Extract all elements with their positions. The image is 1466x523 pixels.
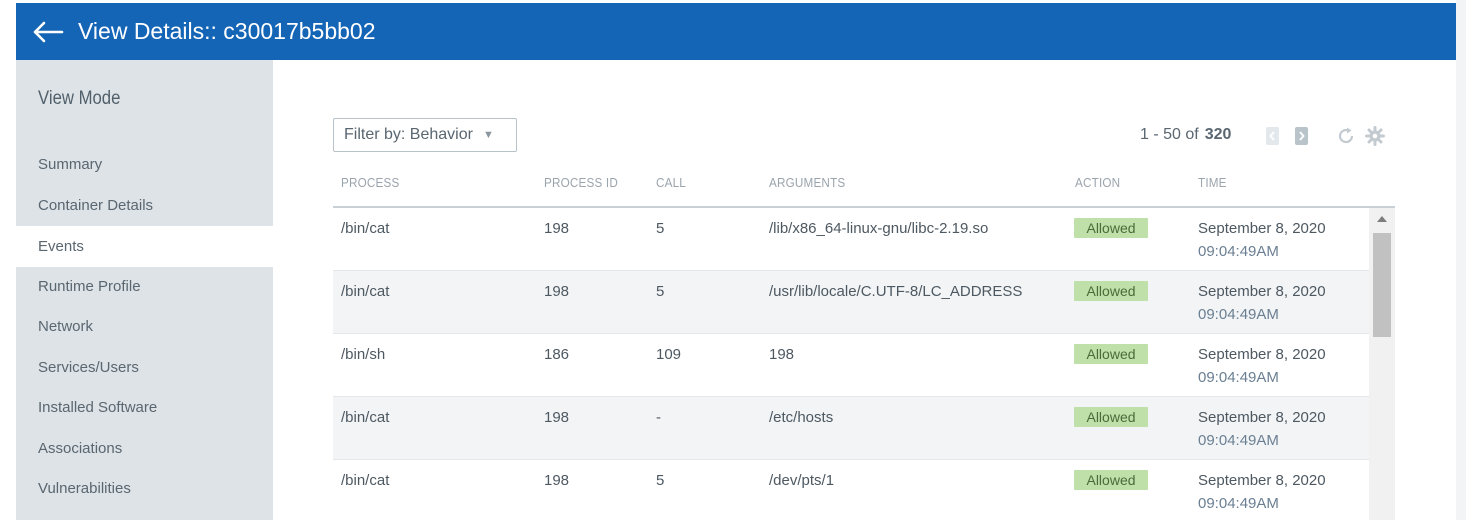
cell-process-id: 186: [544, 346, 570, 363]
status-badge: Allowed: [1074, 407, 1148, 427]
cell-date: September 8, 2020: [1198, 472, 1326, 489]
sidebar-item-network[interactable]: Network: [16, 306, 273, 347]
cell-process: /bin/sh: [341, 346, 386, 363]
filter-dropdown[interactable]: Filter by: Behavior ▼: [333, 118, 517, 152]
next-page-button[interactable]: [1295, 127, 1308, 145]
sidebar-item-runtime-profile[interactable]: Runtime Profile: [16, 266, 273, 307]
cell-time: 09:04:49AM: [1198, 306, 1279, 323]
sidebar: View Mode Summary Container Details Even…: [16, 60, 274, 520]
pagination-range: 1 - 50 of: [1140, 126, 1199, 143]
column-header-time[interactable]: TIME: [1198, 175, 1227, 190]
scroll-up-icon[interactable]: [1377, 216, 1387, 222]
status-badge: Allowed: [1074, 281, 1148, 301]
cell-date: September 8, 2020: [1198, 283, 1326, 300]
cell-time: 09:04:49AM: [1198, 432, 1279, 449]
column-header-call[interactable]: CALL: [656, 175, 686, 190]
chevron-left-icon: [1269, 131, 1275, 141]
cell-call: 5: [656, 283, 665, 300]
filter-label: Filter by: Behavior: [344, 126, 473, 143]
pagination-summary: 1 - 50 of 320: [1140, 126, 1231, 144]
cell-arguments: /etc/hosts: [769, 409, 834, 426]
refresh-button[interactable]: [1336, 126, 1356, 146]
cell-process: /bin/cat: [341, 409, 390, 426]
sidebar-item-container-details[interactable]: Container Details: [16, 185, 273, 226]
sidebar-item-vulnerabilities[interactable]: Vulnerabilities: [16, 468, 273, 509]
scrollbar-thumb[interactable]: [1373, 233, 1391, 337]
prev-page-button[interactable]: [1266, 127, 1279, 145]
cell-time: 09:04:49AM: [1198, 243, 1279, 260]
pagination-total: 320: [1204, 126, 1232, 143]
cell-process-id: 198: [544, 220, 570, 237]
sidebar-item-associations[interactable]: Associations: [16, 428, 273, 469]
cell-process-id: 198: [544, 472, 570, 489]
cell-time: 09:04:49AM: [1198, 495, 1279, 512]
page-edge: [1456, 0, 1466, 520]
caret-down-icon: ▼: [482, 129, 494, 141]
column-header-process[interactable]: PROCESS: [341, 175, 399, 190]
cell-arguments: /dev/pts/1: [769, 472, 835, 489]
cell-time: 09:04:49AM: [1198, 369, 1279, 386]
status-badge: Allowed: [1074, 470, 1148, 490]
table-row[interactable]: /bin/cat 198 5 /dev/pts/1 Allowed Septem…: [333, 460, 1369, 523]
cell-date: September 8, 2020: [1198, 220, 1326, 237]
cell-date: September 8, 2020: [1198, 409, 1326, 426]
column-header-arguments[interactable]: ARGUMENTS: [769, 175, 845, 190]
settings-button[interactable]: [1365, 126, 1385, 146]
sidebar-item-installed-software[interactable]: Installed Software: [16, 387, 273, 428]
table-row[interactable]: /bin/cat 198 - /etc/hosts Allowed Septem…: [333, 397, 1369, 460]
table-row[interactable]: /bin/sh 186 109 198 Allowed September 8,…: [333, 334, 1369, 397]
column-header-action[interactable]: ACTION: [1075, 175, 1120, 190]
status-badge: Allowed: [1074, 344, 1148, 364]
app-header: View Details:: c30017b5bb02: [16, 3, 1456, 60]
table-row[interactable]: /bin/cat 198 5 /lib/x86_64-linux-gnu/lib…: [333, 208, 1369, 271]
table-row[interactable]: /bin/cat 198 5 /usr/lib/locale/C.UTF-8/L…: [333, 271, 1369, 334]
refresh-icon: [1338, 127, 1354, 144]
cell-call: -: [656, 409, 661, 426]
sidebar-item-summary[interactable]: Summary: [16, 144, 273, 185]
cell-date: September 8, 2020: [1198, 346, 1326, 363]
chevron-right-icon: [1299, 131, 1305, 141]
cell-process: /bin/cat: [341, 220, 390, 237]
cell-call: 109: [656, 346, 682, 363]
cell-arguments: /lib/x86_64-linux-gnu/libc-2.19.so: [769, 220, 989, 237]
cell-call: 5: [656, 220, 665, 237]
arrow-left-icon: [33, 21, 64, 42]
back-button[interactable]: [32, 17, 66, 47]
cell-process: /bin/cat: [341, 472, 390, 489]
column-header-process-id[interactable]: PROCESS ID: [544, 175, 618, 190]
sidebar-item-events[interactable]: Events: [16, 226, 274, 267]
status-badge: Allowed: [1074, 218, 1148, 238]
events-panel: Filter by: Behavior ▼ 1 - 50 of 320 PROCE…: [273, 60, 1456, 520]
table-scrollbar[interactable]: [1369, 208, 1395, 520]
sidebar-title: View Mode: [38, 88, 121, 109]
cell-process-id: 198: [544, 409, 570, 426]
cell-arguments: 198: [769, 346, 795, 363]
cell-call: 5: [656, 472, 665, 489]
gear-icon: [1365, 126, 1385, 146]
cell-arguments: /usr/lib/locale/C.UTF-8/LC_ADDRESS: [769, 283, 1023, 300]
sidebar-item-services-users[interactable]: Services/Users: [16, 347, 273, 388]
cell-process-id: 198: [544, 283, 570, 300]
page-title: View Details:: c30017b5bb02: [78, 18, 376, 44]
cell-process: /bin/cat: [341, 283, 390, 300]
